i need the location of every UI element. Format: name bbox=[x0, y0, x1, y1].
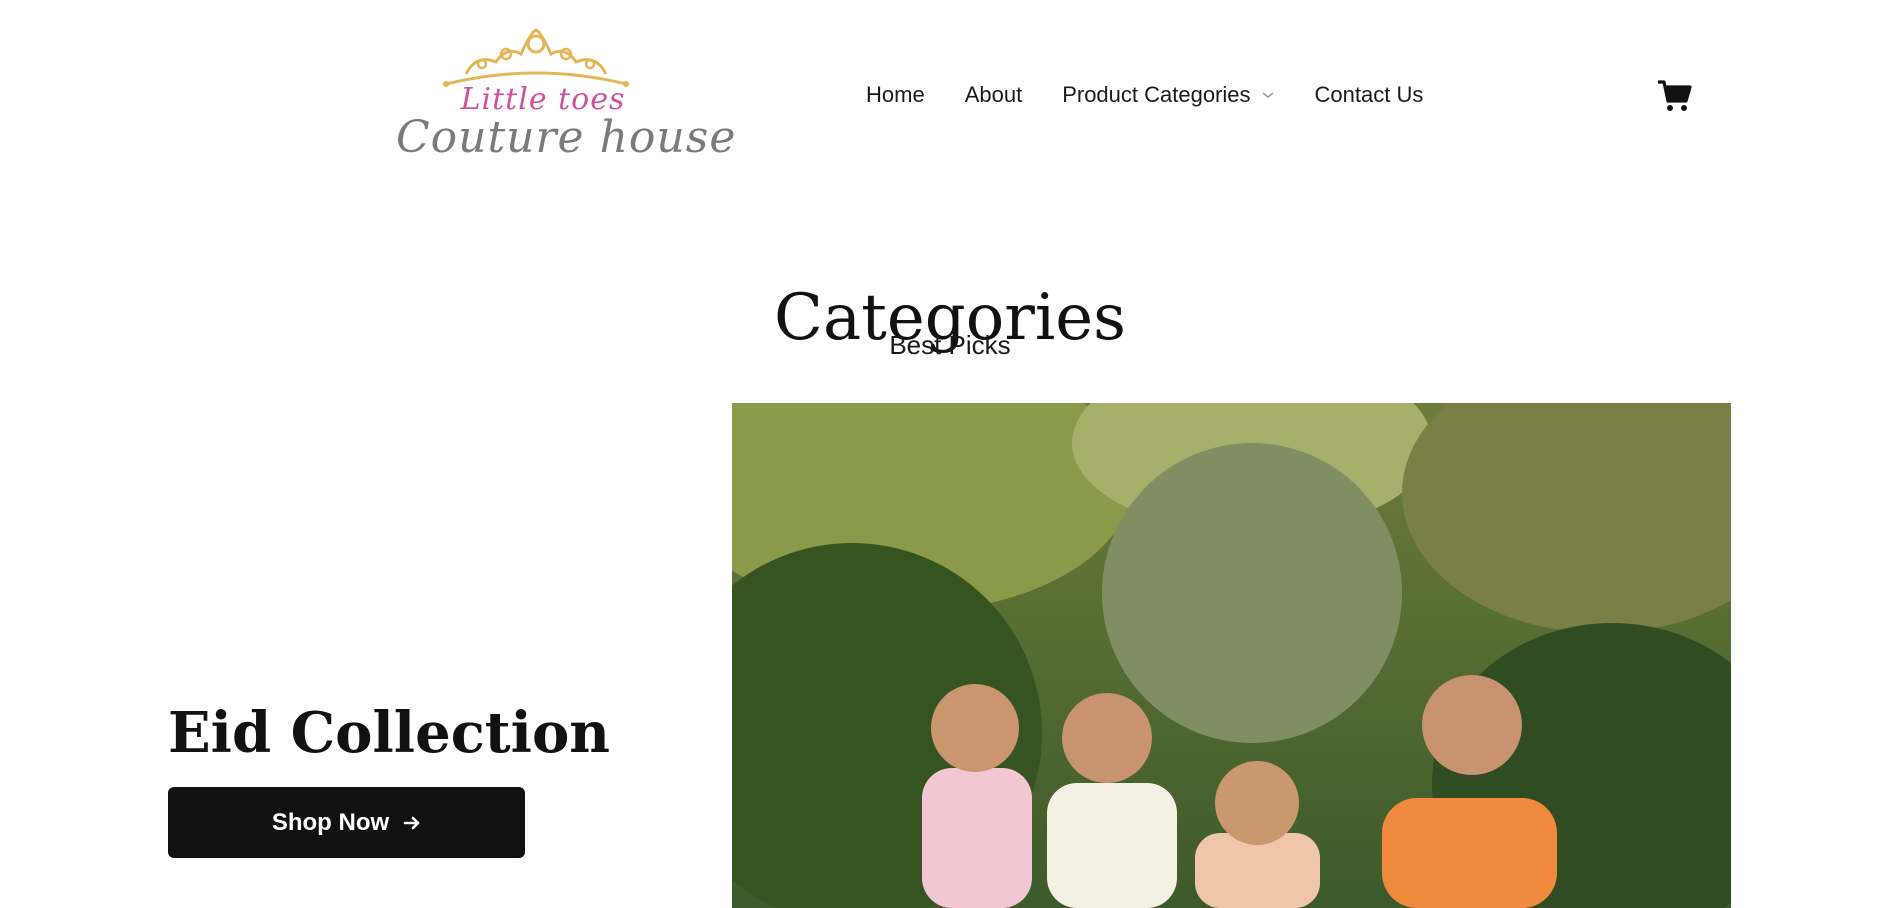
nav-home[interactable]: Home bbox=[866, 82, 925, 108]
logo[interactable]: Little toes Couture house bbox=[396, 24, 737, 163]
site-header: Little toes Couture house Home About Pro… bbox=[0, 0, 1900, 190]
shopping-cart-icon[interactable] bbox=[1656, 78, 1692, 114]
nav-home-label: Home bbox=[866, 82, 925, 107]
arrow-right-icon bbox=[403, 814, 421, 832]
crown-icon bbox=[443, 28, 629, 87]
collection-title: Eid Collection bbox=[168, 700, 611, 766]
logo-text-couture-house: Couture house bbox=[396, 112, 737, 163]
chevron-down-icon bbox=[1261, 90, 1275, 100]
collection-hero-image[interactable] bbox=[732, 403, 1731, 908]
shop-now-button[interactable]: Shop Now bbox=[168, 787, 525, 858]
main-nav: Home About Product Categories Contact Us bbox=[866, 80, 1423, 110]
nav-product-categories[interactable]: Product Categories bbox=[1062, 82, 1274, 108]
nav-contact-us-label: Contact Us bbox=[1314, 82, 1424, 107]
shop-now-label: Shop Now bbox=[271, 808, 390, 836]
nav-about[interactable]: About bbox=[965, 82, 1023, 108]
nav-about-label: About bbox=[964, 82, 1023, 107]
nav-product-categories-label: Product Categories bbox=[1062, 82, 1251, 107]
nav-contact-us[interactable]: Contact Us bbox=[1315, 82, 1424, 108]
categories-subtitle: Best Picks bbox=[889, 330, 1011, 360]
